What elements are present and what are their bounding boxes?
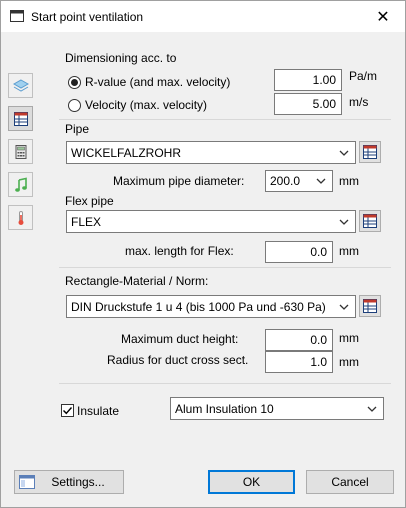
- settings-window-icon: [19, 475, 35, 489]
- duct-radius-input[interactable]: 1.0: [265, 351, 333, 373]
- table-icon: [13, 111, 28, 126]
- rect-group-label: Rectangle-Material / Norm:: [65, 274, 209, 288]
- insulation-material-select[interactable]: Alum Insulation 10: [170, 397, 384, 420]
- app-icon: [10, 10, 24, 22]
- window-title: Start point ventilation: [31, 10, 144, 24]
- close-icon: ✕: [376, 8, 390, 26]
- rect-material-value: DIN Druckstufe 1 u 4 (bis 1000 Pa und -6…: [71, 300, 326, 314]
- rect-table-button[interactable]: [359, 295, 381, 317]
- rvalue-unit: Pa/m: [349, 69, 378, 83]
- pipe-table-button[interactable]: [359, 141, 381, 163]
- chevron-down-icon: [339, 304, 349, 310]
- layers-tool-button[interactable]: [8, 73, 33, 98]
- calculator-tool-button[interactable]: [8, 139, 33, 164]
- insulation-material-value: Alum Insulation 10: [175, 402, 274, 416]
- pipe-type-select[interactable]: WICKELFALZROHR: [66, 141, 356, 164]
- max-pipe-diameter-select[interactable]: 200.0: [265, 170, 333, 192]
- max-flex-length-input[interactable]: 0.0: [265, 241, 333, 263]
- chevron-down-icon: [316, 178, 326, 184]
- flex-type-value: FLEX: [71, 215, 102, 229]
- dimensioning-group-label: Dimensioning acc. to: [65, 51, 177, 65]
- table-icon: [363, 299, 377, 313]
- music-note-icon: [14, 177, 27, 192]
- max-flex-length-unit: mm: [339, 244, 359, 258]
- thermometer-icon: [18, 210, 23, 225]
- dialog-window: Start point ventilation ✕ Dimensioning a…: [0, 0, 406, 508]
- max-duct-height-input[interactable]: 0.0: [265, 329, 333, 351]
- flex-type-select[interactable]: FLEX: [66, 210, 356, 233]
- cancel-button-label: Cancel: [331, 475, 369, 489]
- acoustic-tool-button[interactable]: [8, 172, 33, 197]
- rvalue-radio[interactable]: [68, 76, 81, 89]
- velocity-label: Velocity (max. velocity): [85, 98, 208, 112]
- settings-button-label: Settings...: [51, 475, 105, 489]
- flex-group-label: Flex pipe: [65, 194, 114, 208]
- temperature-tool-button[interactable]: [8, 205, 33, 230]
- ok-button[interactable]: OK: [208, 470, 295, 494]
- velocity-unit: m/s: [349, 95, 369, 109]
- separator: [59, 267, 391, 268]
- max-flex-length-label: max. length for Flex:: [125, 244, 234, 258]
- rect-material-select[interactable]: DIN Druckstufe 1 u 4 (bis 1000 Pa und -6…: [66, 295, 356, 318]
- duct-radius-label: Radius for duct cross sect.: [107, 353, 249, 367]
- velocity-input[interactable]: 5.00: [274, 93, 342, 115]
- chevron-down-icon: [339, 219, 349, 225]
- rvalue-label: R-value (and max. velocity): [85, 75, 231, 89]
- separator: [59, 383, 391, 384]
- settings-button[interactable]: Settings...: [14, 470, 124, 494]
- insulate-label: Insulate: [77, 404, 120, 418]
- flex-table-button[interactable]: [359, 210, 381, 232]
- insulate-checkbox[interactable]: [61, 404, 74, 417]
- chevron-down-icon: [367, 406, 377, 412]
- pipe-type-value: WICKELFALZROHR: [71, 146, 182, 160]
- max-pipe-diameter-value: 200.0: [270, 174, 301, 188]
- checkmark-icon: [63, 407, 73, 415]
- calculator-icon: [15, 144, 26, 159]
- max-pipe-diameter-unit: mm: [339, 174, 359, 188]
- pipe-group-label: Pipe: [65, 122, 90, 136]
- table-icon: [363, 214, 377, 228]
- ok-button-label: OK: [242, 475, 261, 489]
- max-pipe-diameter-label: Maximum pipe diameter:: [113, 174, 245, 188]
- layers-icon: [12, 78, 29, 92]
- cancel-button[interactable]: Cancel: [306, 470, 394, 494]
- max-duct-height-unit: mm: [339, 331, 359, 345]
- rvalue-input[interactable]: 1.00: [274, 69, 342, 91]
- duct-radius-unit: mm: [339, 355, 359, 369]
- velocity-radio[interactable]: [68, 99, 81, 112]
- max-duct-height-label: Maximum duct height:: [121, 332, 239, 346]
- table-tool-button[interactable]: [8, 106, 33, 131]
- table-icon: [363, 145, 377, 159]
- separator: [59, 119, 391, 120]
- chevron-down-icon: [339, 150, 349, 156]
- close-button[interactable]: ✕: [361, 1, 405, 32]
- title-bar: Start point ventilation ✕: [1, 1, 405, 32]
